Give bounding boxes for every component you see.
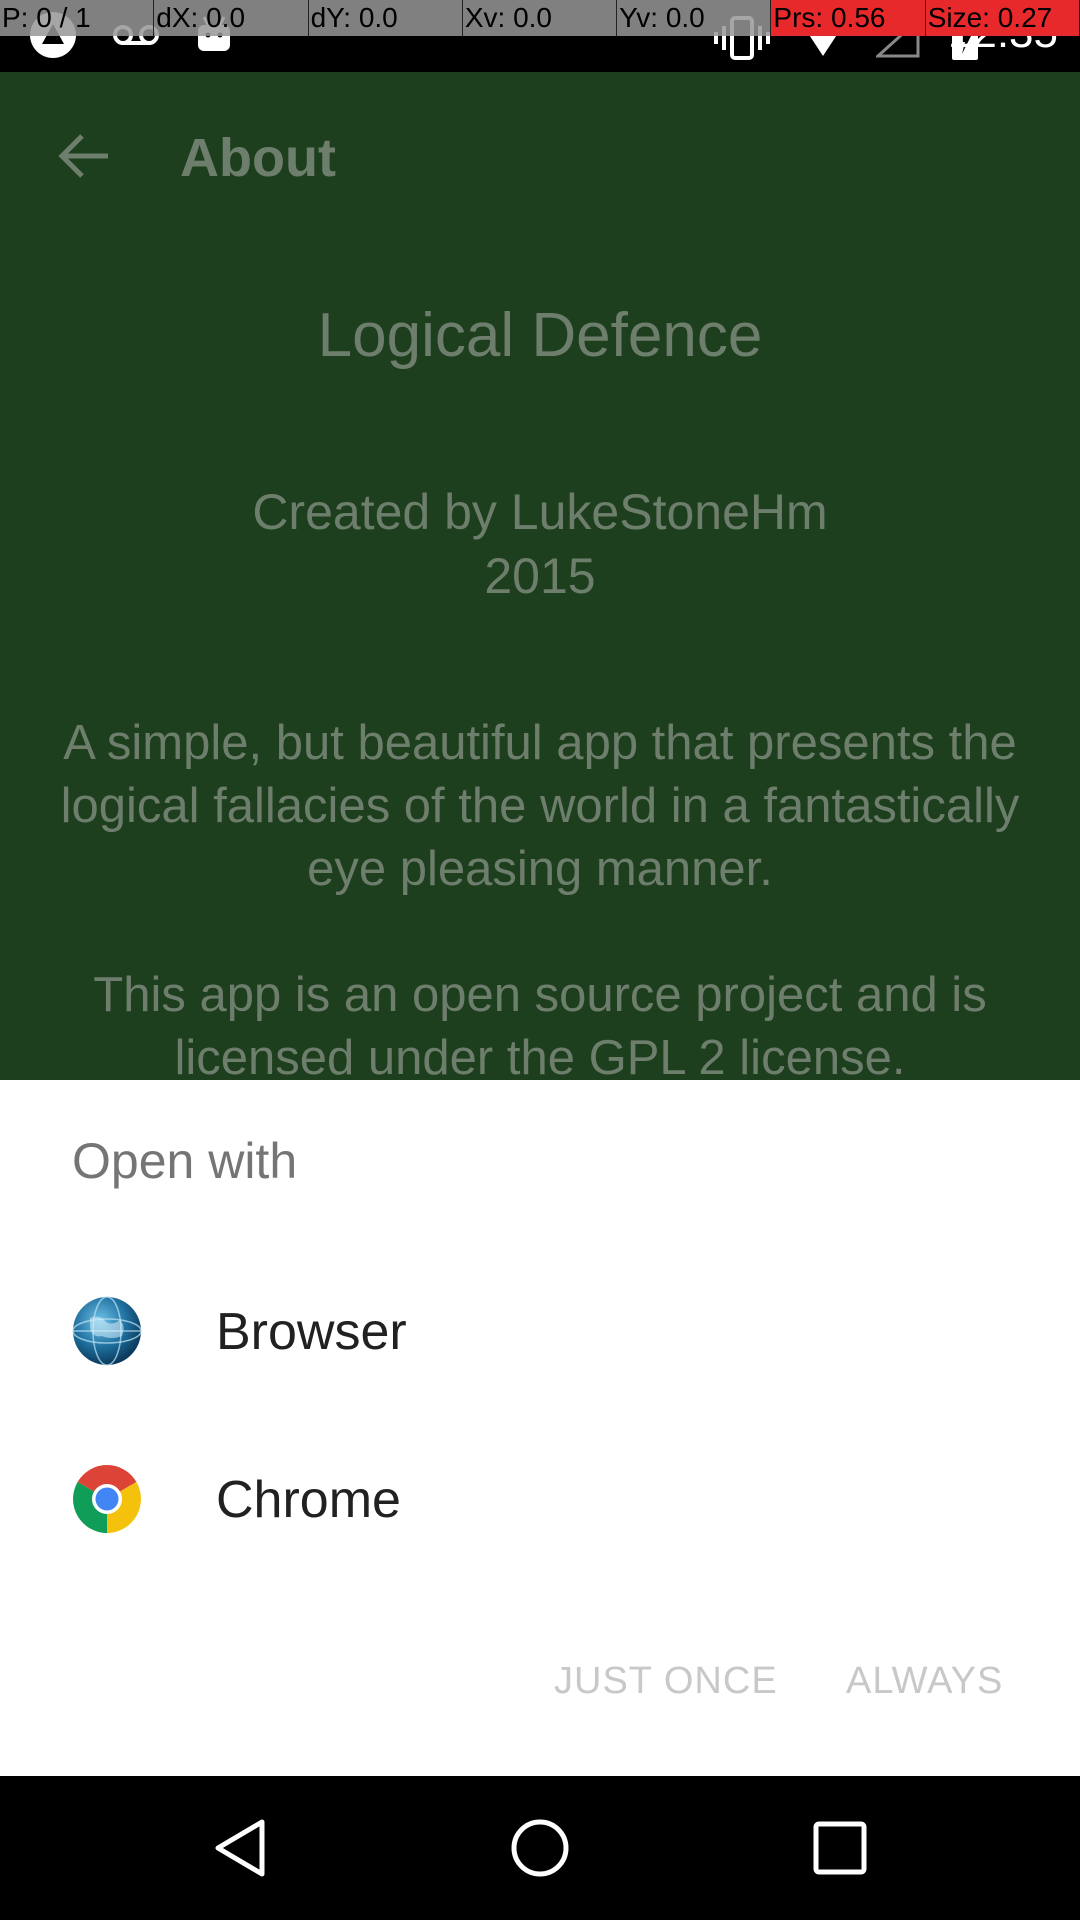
always-button[interactable]: ALWAYS: [846, 1660, 1003, 1703]
app-option-browser[interactable]: Browser: [0, 1248, 1080, 1416]
license-text: This app is an open source project and i…: [93, 968, 987, 1080]
overlay-dx: dX: 0.0: [154, 0, 309, 36]
nav-home-icon[interactable]: [504, 1812, 576, 1884]
browser-globe-icon: [72, 1296, 142, 1366]
overlay-size: Size: 0.27: [925, 0, 1080, 36]
overlay-pointer-count: P: 0 / 1: [0, 0, 155, 36]
app-option-label: Browser: [216, 1303, 407, 1361]
open-with-sheet: Open with Browser Chrome JUST ONCE ALWAY…: [0, 1080, 1080, 1776]
back-arrow-icon[interactable]: [56, 128, 112, 184]
overlay-pressure: Prs: 0.56: [771, 0, 926, 36]
status-bar: 12:35 P: 0 / 1 dX: 0.0 dY: 0.0 Xv: 0.0 Y…: [0, 0, 1080, 72]
app-toolbar: About: [0, 72, 1080, 242]
author-credit: Created by LukeStoneHm 2015: [0, 480, 1080, 608]
app-option-label: Chrome: [216, 1471, 401, 1529]
overlay-dy: dY: 0.0: [309, 0, 463, 36]
nav-recents-icon[interactable]: [804, 1812, 876, 1884]
just-once-button[interactable]: JUST ONCE: [554, 1660, 778, 1703]
sheet-title: Open with: [72, 1133, 298, 1189]
about-screen: About Logical Defence Created by LukeSto…: [0, 72, 1080, 1080]
nav-back-icon[interactable]: [204, 1812, 276, 1884]
overlay-yv: Yv: 0.0: [617, 0, 772, 36]
author-line: Created by LukeStoneHm: [252, 484, 828, 540]
pointer-location-overlay: P: 0 / 1 dX: 0.0 dY: 0.0 Xv: 0.0 Yv: 0.0…: [0, 0, 1080, 36]
chrome-icon: [73, 1465, 141, 1533]
year-line: 2015: [484, 548, 596, 604]
navigation-bar: [0, 1776, 1080, 1920]
app-option-chrome[interactable]: Chrome: [0, 1416, 1080, 1584]
overlay-xv: Xv: 0.0: [463, 0, 618, 36]
app-name-heading: Logical Defence: [317, 301, 763, 370]
app-description: A simple, but beautiful app that present…: [60, 716, 1020, 896]
page-title: About: [180, 128, 336, 188]
